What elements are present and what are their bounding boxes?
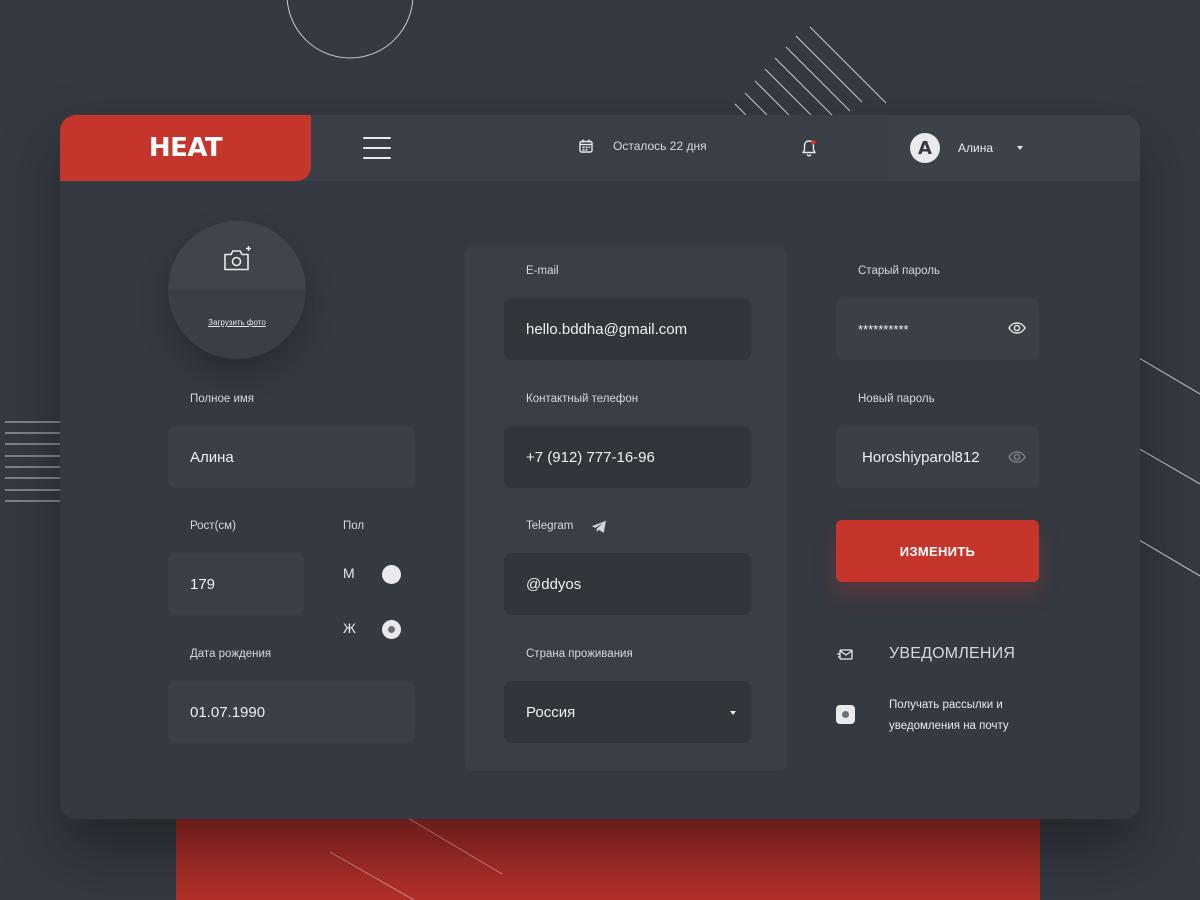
calendar-icon <box>579 139 593 153</box>
subscribe-label: Получать рассылки и уведомления на почту <box>889 699 1009 732</box>
country-select[interactable]: Россия <box>504 681 751 743</box>
birth-date-field[interactable]: 01.07.1990 <box>168 681 415 743</box>
telegram-label: Telegram <box>526 520 574 532</box>
new-password-value: Horoshiyparol812 <box>862 448 980 466</box>
subscribe-checkbox[interactable] <box>836 705 855 724</box>
telegram-icon <box>591 520 606 533</box>
birth-date-value: 01.07.1990 <box>190 703 266 721</box>
menu-icon[interactable] <box>363 137 391 159</box>
gender-female-radio[interactable] <box>382 620 401 639</box>
phone-label: Контактный телефон <box>526 393 639 405</box>
trial-status: Осталось 22 дня <box>579 139 707 153</box>
old-password-value: ********** <box>858 321 909 337</box>
telegram-field[interactable]: @ddyos <box>504 553 751 615</box>
profile-card: HEAT Осталось 22 дня A Алина Загрузить ф… <box>60 115 1140 819</box>
telegram-value: @ddyos <box>526 575 582 593</box>
email-value: hello.bddha@gmail.com <box>526 320 688 338</box>
top-bar: HEAT Осталось 22 дня A Алина <box>60 115 1140 181</box>
new-password-field[interactable]: Horoshiyparol812 <box>836 426 1039 488</box>
change-password-button[interactable]: ИЗМЕНИТЬ <box>836 520 1039 582</box>
logo-text: HEAT <box>148 133 223 163</box>
user-name: Алина <box>958 141 994 155</box>
email-field[interactable]: hello.bddha@gmail.com <box>504 298 751 360</box>
mail-notification-icon <box>837 649 853 660</box>
show-password-icon[interactable] <box>1008 322 1026 334</box>
birth-date-label: Дата рождения <box>190 648 272 660</box>
phone-field[interactable]: +7 (912) 777-16-96 <box>504 426 751 488</box>
phone-value: +7 (912) 777-16-96 <box>526 448 655 466</box>
height-value: 179 <box>190 575 216 593</box>
avatar: A <box>910 133 940 163</box>
chevron-down-icon <box>730 711 736 715</box>
notifications-title: УВЕДОМЛЕНИЯ <box>889 645 1016 662</box>
new-password-label: Новый пароль <box>858 393 935 405</box>
gender-female-label: Ж <box>343 620 356 636</box>
camera-add-icon <box>224 246 251 271</box>
full-name-label: Полное имя <box>190 393 255 405</box>
user-menu[interactable]: A Алина <box>888 115 1140 181</box>
notification-bell-icon[interactable] <box>800 138 818 158</box>
gender-male-label: М <box>343 565 355 581</box>
trial-text: Осталось 22 дня <box>613 139 707 153</box>
full-name-field[interactable]: Алина <box>168 426 415 488</box>
chevron-down-icon <box>1017 146 1023 150</box>
old-password-label: Старый пароль <box>858 265 940 277</box>
hide-password-icon[interactable] <box>1008 451 1026 463</box>
height-label: Рост(см) <box>190 520 236 532</box>
notification-dot <box>811 140 816 145</box>
country-label: Страна проживания <box>526 648 633 660</box>
photo-upload[interactable] <box>168 221 306 359</box>
gender-male-radio[interactable] <box>382 565 401 584</box>
email-label: E-mail <box>526 265 559 277</box>
old-password-field[interactable]: ********** <box>836 298 1039 360</box>
logo[interactable]: HEAT <box>60 115 311 181</box>
height-field[interactable]: 179 <box>168 553 304 615</box>
gender-label: Пол <box>343 520 365 532</box>
country-value: Россия <box>526 703 576 721</box>
upload-photo-link[interactable]: Загрузить фото <box>168 318 306 327</box>
full-name-value: Алина <box>190 448 234 466</box>
